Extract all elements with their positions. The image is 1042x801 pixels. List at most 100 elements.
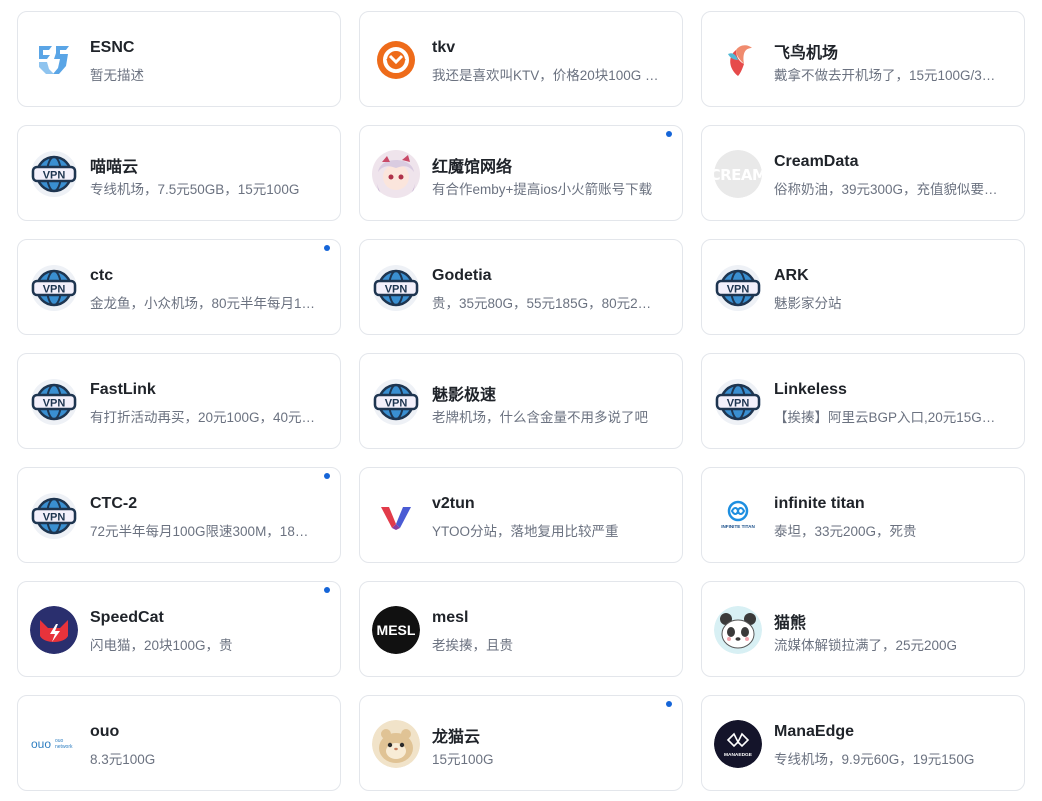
- vpn-globe-icon: VPN: [714, 264, 762, 312]
- card-title: Linkeless: [774, 381, 847, 398]
- card-description: 戴拿不做去开机场了，15元100G/3…: [774, 68, 996, 83]
- site-card[interactable]: VPN ctc 金龙鱼，小众机场，80元半年每月1…: [17, 239, 341, 335]
- infinite-titan-logo-icon: INFINITE TITAN: [714, 492, 762, 540]
- card-description: 有合作emby+提高ios小火箭账号下载: [432, 182, 653, 197]
- card-title: infinite titan: [774, 495, 865, 512]
- new-indicator-dot: [324, 473, 330, 479]
- site-card[interactable]: 猫熊 流媒体解锁拉满了，25元200G: [701, 581, 1025, 677]
- site-card[interactable]: INFINITE TITAN infinite titan 泰坦，33元200G，…: [701, 467, 1025, 563]
- site-card[interactable]: VPN Linkeless 【挨揍】阿里云BGP入口,20元15G…: [701, 353, 1025, 449]
- card-description: 15元100G: [432, 752, 494, 767]
- svg-text:VPN: VPN: [727, 284, 750, 296]
- vpn-globe-icon: VPN: [30, 264, 78, 312]
- card-description: YTOO分站，落地复用比较严重: [432, 524, 619, 539]
- cream-logo-icon: CREAM: [714, 150, 762, 198]
- card-description: 魅影家分站: [774, 296, 842, 311]
- site-card[interactable]: SpeedCat 闪电猫，20块100G，贵: [17, 581, 341, 677]
- site-card[interactable]: CREAM CreamData 俗称奶油，39元300G，充值貌似要…: [701, 125, 1025, 221]
- card-title: 红魔馆网络: [432, 159, 513, 176]
- new-indicator-dot: [666, 131, 672, 137]
- svg-text:network: network: [55, 744, 73, 750]
- site-card[interactable]: 红魔馆网络有合作emby+提高ios小火箭账号下载: [359, 125, 683, 221]
- card-title: ManaEdge: [774, 723, 855, 740]
- svg-text:MANAEDGE: MANAEDGE: [724, 752, 753, 758]
- site-card[interactable]: tkv 我还是喜欢叫KTV，价格20块100G …: [359, 11, 683, 107]
- card-title: CreamData: [774, 153, 859, 170]
- svg-text:VPN: VPN: [43, 512, 66, 524]
- card-description: 8.3元100G: [90, 752, 156, 767]
- new-indicator-dot: [324, 587, 330, 593]
- site-card[interactable]: MESL mesl 老挨揍，且贵: [359, 581, 683, 677]
- card-title: 魅影极速: [432, 387, 497, 404]
- site-card[interactable]: ESNC 暂无描述: [17, 11, 341, 107]
- card-description: 老牌机场，什么含金量不用多说了吧: [432, 410, 648, 425]
- site-card[interactable]: VPN 喵喵云专线机场，7.5元50GB，15元100G: [17, 125, 341, 221]
- card-description: 老挨揍，且贵: [432, 638, 513, 653]
- card-title: ouo: [90, 723, 120, 740]
- card-description: 金龙鱼，小众机场，80元半年每月1…: [90, 296, 316, 311]
- card-description: 暂无描述: [90, 68, 144, 83]
- site-card[interactable]: 龙猫云 15元100G: [359, 695, 683, 791]
- card-description: 俗称奶油，39元300G，充值貌似要…: [774, 182, 998, 197]
- card-description: 【挨揍】阿里云BGP入口,20元15G…: [774, 410, 996, 425]
- svg-text:VPN: VPN: [385, 284, 408, 296]
- svg-text:VPN: VPN: [43, 398, 66, 410]
- card-title: SpeedCat: [90, 609, 164, 626]
- ouo-logo-icon: ouo ouo network: [30, 720, 78, 768]
- vpn-globe-icon: VPN: [372, 378, 420, 426]
- site-card[interactable]: VPN CTC-2 72元半年每月100G限速300M，18…: [17, 467, 341, 563]
- card-description: 贵，35元80G，55元185G，80元2…: [432, 296, 652, 311]
- card-title: mesl: [432, 609, 469, 626]
- hamster-logo-icon: [372, 720, 420, 768]
- card-title: 喵喵云: [90, 159, 139, 176]
- svg-text:VPN: VPN: [43, 170, 66, 182]
- vpn-globe-icon: VPN: [714, 378, 762, 426]
- panda-logo-icon: [714, 606, 762, 654]
- card-title: ctc: [90, 267, 114, 284]
- svg-text:INFINITE TITAN: INFINITE TITAN: [721, 524, 755, 529]
- new-indicator-dot: [324, 245, 330, 251]
- vpn-globe-icon: VPN: [30, 150, 78, 198]
- svg-text:ouo: ouo: [31, 737, 51, 751]
- card-grid: ESNC 暂无描述 tkv 我还是喜欢叫KTV，价格20块100G … 飞鸟机场戴拿…: [0, 0, 1042, 801]
- tkv-logo-icon: [372, 36, 420, 84]
- card-description: 有打折活动再买，20元100G，40元…: [90, 410, 316, 425]
- svg-text:VPN: VPN: [727, 398, 750, 410]
- new-indicator-dot: [666, 701, 672, 707]
- svg-text:VPN: VPN: [43, 284, 66, 296]
- vpn-globe-icon: VPN: [30, 378, 78, 426]
- card-title: tkv: [432, 39, 456, 56]
- bird-logo-icon: [714, 36, 762, 84]
- site-card[interactable]: v2tun YTOO分站，落地复用比较严重: [359, 467, 683, 563]
- v2tun-logo-icon: [372, 492, 420, 540]
- svg-text:CREAM: CREAM: [714, 166, 762, 184]
- card-title: Godetia: [432, 267, 492, 284]
- svg-text:MESL: MESL: [377, 622, 416, 638]
- card-title: 龙猫云: [432, 729, 481, 746]
- site-card[interactable]: VPN ARK 魅影家分站: [701, 239, 1025, 335]
- manaedge-logo-icon: MANAEDGE: [714, 720, 762, 768]
- site-card[interactable]: 飞鸟机场戴拿不做去开机场了，15元100G/3…: [701, 11, 1025, 107]
- card-description: 专线机场，9.9元60G，19元150G: [774, 752, 975, 767]
- vpn-globe-icon: VPN: [30, 492, 78, 540]
- card-description: 流媒体解锁拉满了，25元200G: [774, 638, 958, 653]
- card-title: FastLink: [90, 381, 156, 398]
- mesl-logo-icon: MESL: [372, 606, 420, 654]
- site-card[interactable]: MANAEDGE ManaEdge 专线机场，9.9元60G，19元150G: [701, 695, 1025, 791]
- anime-avatar-icon: [372, 150, 420, 198]
- card-title: CTC-2: [90, 495, 138, 512]
- card-description: 泰坦，33元200G，死贵: [774, 524, 917, 539]
- esnc-logo-icon: [30, 36, 78, 84]
- card-title: ESNC: [90, 39, 135, 56]
- vpn-globe-icon: VPN: [372, 264, 420, 312]
- site-card[interactable]: VPN FastLink 有打折活动再买，20元100G，40元…: [17, 353, 341, 449]
- card-description: 72元半年每月100G限速300M，18…: [90, 524, 309, 539]
- card-title: ARK: [774, 267, 809, 284]
- site-card[interactable]: ouo ouo network ouo 8.3元100G: [17, 695, 341, 791]
- card-description: 专线机场，7.5元50GB，15元100G: [90, 182, 300, 197]
- site-card[interactable]: VPN Godetia 贵，35元80G，55元185G，80元2…: [359, 239, 683, 335]
- card-description: 闪电猫，20块100G，贵: [90, 638, 233, 653]
- site-card[interactable]: VPN 魅影极速老牌机场，什么含金量不用多说了吧: [359, 353, 683, 449]
- card-title: v2tun: [432, 495, 475, 512]
- card-title: 飞鸟机场: [774, 45, 839, 62]
